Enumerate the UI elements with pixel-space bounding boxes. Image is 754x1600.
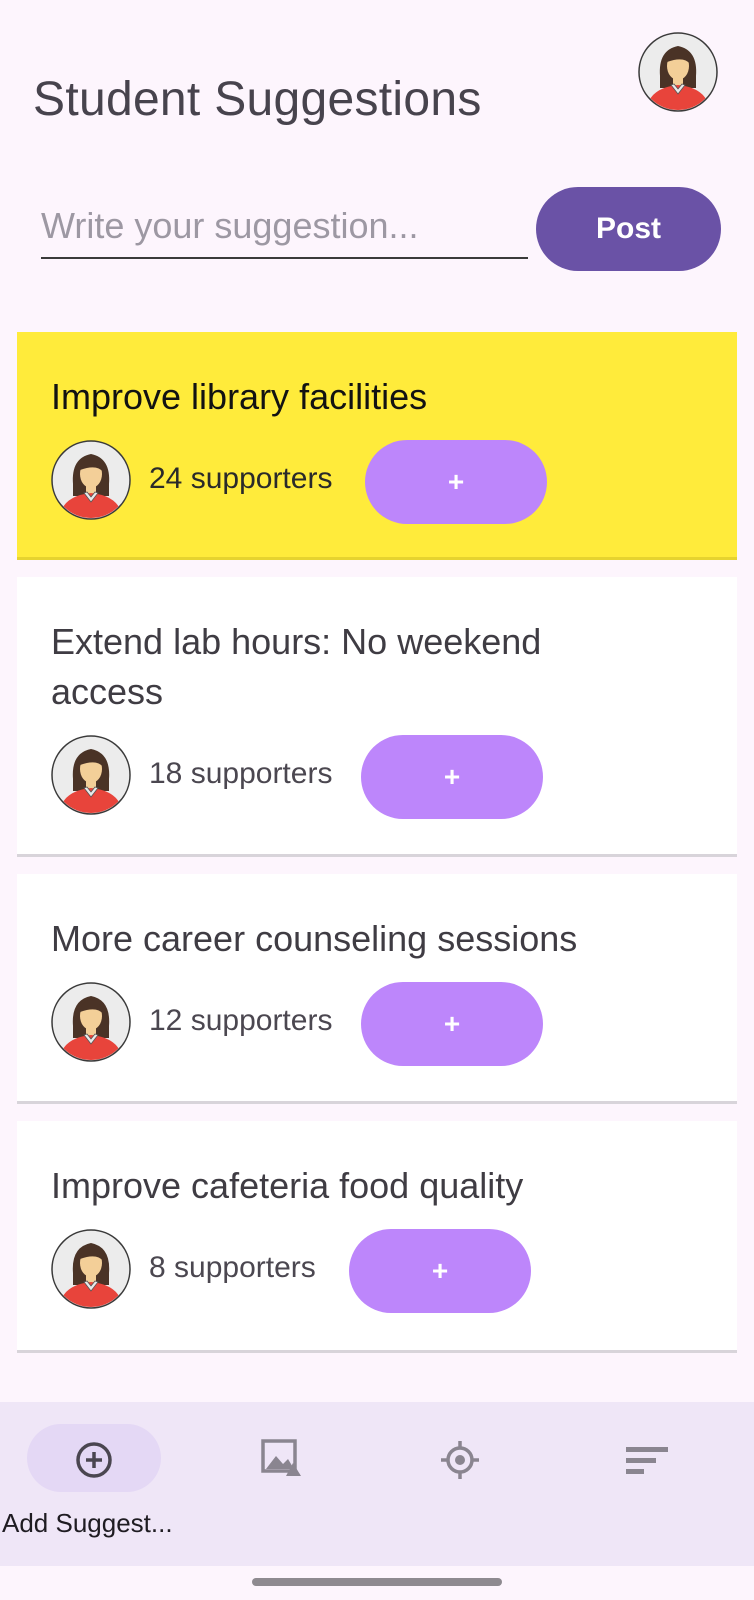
- suggestion-title: Improve cafeteria food quality: [51, 1165, 524, 1206]
- nav-add-suggestion[interactable]: Add Suggest...: [0, 1402, 188, 1566]
- suggestion-meta: 18 supporters +: [51, 735, 737, 835]
- author-avatar: [51, 982, 131, 1062]
- suggestion-meta: 8 supporters +: [51, 1229, 737, 1329]
- suggestion-card[interactable]: Extend lab hours: No weekend access 18 s…: [17, 577, 737, 857]
- suggestion-title: Improve library facilities: [51, 376, 428, 417]
- supporters-count: 12 supporters: [149, 1004, 333, 1037]
- nav-label: Add Suggest...: [2, 1508, 173, 1538]
- bottom-navigation: Add Suggest...: [0, 1402, 754, 1566]
- support-button[interactable]: +: [349, 1229, 531, 1313]
- suggestion-card[interactable]: Improve cafeteria food quality 8 support…: [17, 1121, 737, 1353]
- suggestion-title: Extend lab hours: No weekend access: [51, 621, 542, 712]
- support-button[interactable]: +: [365, 440, 547, 524]
- author-avatar: [51, 735, 131, 815]
- support-button[interactable]: +: [361, 982, 543, 1066]
- support-button[interactable]: +: [361, 735, 543, 819]
- nav-target[interactable]: [376, 1402, 564, 1566]
- suggestion-title: More career counseling sessions: [51, 918, 578, 959]
- nav-gallery[interactable]: [188, 1402, 376, 1566]
- suggestion-meta: 24 supporters +: [51, 440, 737, 540]
- author-avatar: [51, 1229, 131, 1309]
- sort-icon: [626, 1447, 668, 1474]
- add-circle-icon: [76, 1442, 112, 1478]
- suggestion-card[interactable]: More career counseling sessions 12 suppo…: [17, 874, 737, 1104]
- profile-avatar[interactable]: [638, 32, 718, 112]
- suggestion-composer: Post: [41, 187, 721, 277]
- suggestion-card[interactable]: Improve library facilities 24 supporters…: [17, 332, 737, 560]
- suggestion-list: Improve library facilities 24 supporters…: [17, 332, 737, 1370]
- author-avatar: [51, 440, 131, 520]
- gallery-icon: [261, 1439, 301, 1476]
- supporters-count: 8 supporters: [149, 1251, 316, 1284]
- page-title: Student Suggestions: [33, 73, 482, 126]
- suggestion-input[interactable]: [41, 201, 528, 259]
- nav-sort[interactable]: [564, 1402, 752, 1566]
- post-button[interactable]: Post: [536, 187, 721, 271]
- app-header: Student Suggestions: [0, 0, 754, 180]
- suggestion-meta: 12 supporters +: [51, 982, 737, 1082]
- supporters-count: 24 supporters: [149, 462, 333, 495]
- home-indicator[interactable]: [252, 1578, 502, 1586]
- target-icon: [441, 1441, 479, 1479]
- supporters-count: 18 supporters: [149, 757, 333, 790]
